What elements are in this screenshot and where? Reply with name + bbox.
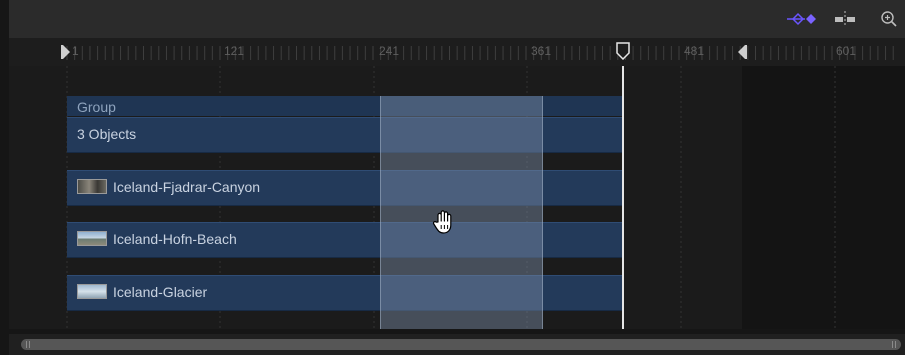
track-name: Iceland-Hofn-Beach	[113, 231, 237, 247]
zoom-icon[interactable]	[878, 9, 900, 29]
timeline-ruler[interactable]: 1 121 241 361 481 601	[9, 38, 905, 66]
canyon-thumbnail	[77, 179, 107, 194]
group-label: Group	[77, 99, 116, 115]
group-objects-label: 3 Objects	[77, 126, 137, 142]
track-label: Iceland-Fjadrar-Canyon	[77, 179, 260, 195]
ruler-tick-label: 1	[72, 44, 79, 58]
time-selection-region[interactable]	[380, 96, 543, 329]
track-label: Iceland-Glacier	[77, 284, 207, 300]
ruler-tick-label: 601	[836, 44, 857, 58]
playhead-handle-icon[interactable]	[616, 42, 630, 65]
timeline-toolbar	[9, 0, 905, 39]
track-label: Iceland-Hofn-Beach	[77, 231, 237, 247]
scrollbar-thumb[interactable]	[21, 339, 901, 350]
ruler-ticks	[66, 46, 894, 60]
hand-cursor-icon	[432, 209, 456, 240]
play-range-end-icon[interactable]	[737, 45, 747, 64]
glacier-thumbnail	[77, 284, 107, 299]
play-range-start-icon[interactable]	[61, 45, 71, 64]
snap-split-icon[interactable]	[832, 9, 858, 29]
keyframe-diamond-icon[interactable]	[784, 9, 820, 29]
horizontal-scrollbar[interactable]	[9, 334, 905, 355]
ruler-tick-label: 241	[379, 44, 400, 58]
track-name: Iceland-Fjadrar-Canyon	[113, 179, 261, 195]
beach-thumbnail	[77, 231, 107, 246]
playhead-line[interactable]	[622, 66, 624, 329]
ruler-tick-label: 361	[531, 44, 552, 58]
ruler-tick-label: 121	[224, 44, 245, 58]
timeline-tracks[interactable]: Group 3 Objects Iceland-Fjadrar-Canyon I…	[9, 66, 905, 329]
track-name: Iceland-Glacier	[113, 284, 208, 300]
ruler-tick-label: 481	[684, 44, 705, 58]
